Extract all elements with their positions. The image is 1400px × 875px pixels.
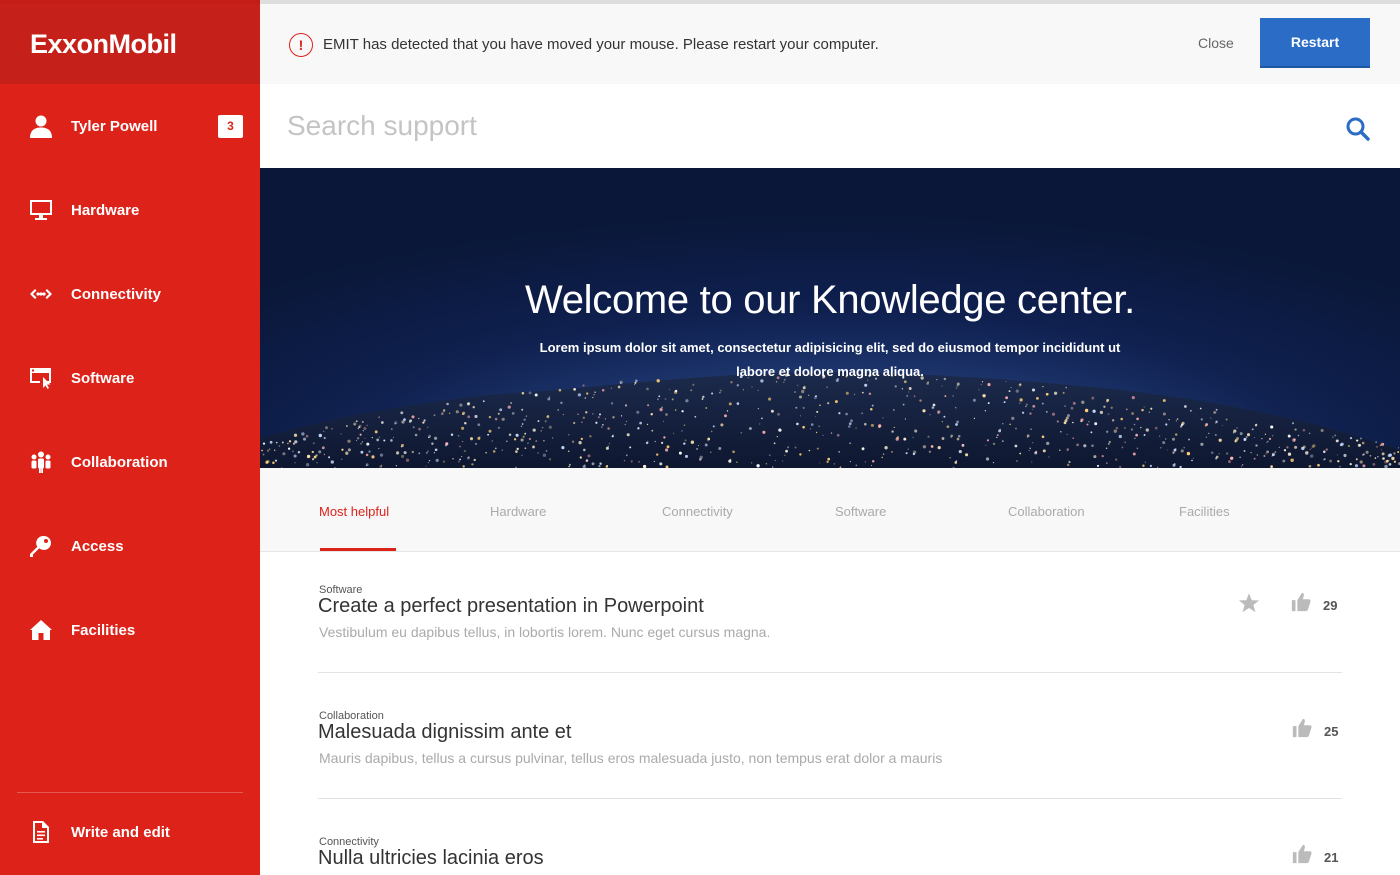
sidebar-item-access[interactable]: Access (0, 516, 260, 576)
article-title[interactable]: Create a perfect presentation in Powerpo… (318, 595, 704, 618)
document-icon (28, 819, 54, 845)
logo[interactable]: ExxonMobil (30, 29, 177, 60)
search-input[interactable] (287, 106, 1307, 146)
sidebar-item-software[interactable]: Software (0, 348, 260, 408)
notification-badge[interactable]: 3 (218, 114, 243, 138)
article-divider (318, 798, 1342, 799)
sidebar-item-connectivity[interactable]: Connectivity (0, 264, 260, 324)
article-title[interactable]: Malesuada dignissim ante et (318, 721, 571, 744)
search-icon[interactable] (1345, 116, 1371, 142)
article-item[interactable]: Software Create a perfect presentation i… (318, 584, 1342, 710)
tab-collaboration[interactable]: Collaboration (1008, 504, 1085, 519)
tab-software[interactable]: Software (835, 504, 886, 519)
article-description: Vestibulum eu dapibus tellus, in loborti… (319, 624, 771, 640)
logo-bar: ExxonMobil (0, 0, 260, 84)
article-divider (318, 672, 1342, 673)
hero-title: Welcome to our Knowledge center. (524, 278, 1135, 322)
key-icon (28, 533, 54, 559)
sidebar-item-label: Collaboration (71, 453, 168, 471)
tab-connectivity[interactable]: Connectivity (662, 504, 733, 519)
sidebar-item-label: Software (71, 369, 135, 387)
close-button[interactable]: Close (1198, 35, 1234, 51)
likes-count: 21 (1324, 850, 1339, 865)
tab-facilities[interactable]: Facilities (1179, 504, 1230, 519)
hero-banner: Welcome to our Knowledge center. Lorem i… (260, 168, 1400, 468)
article-item[interactable]: Collaboration Malesuada dignissim ante e… (318, 710, 1342, 836)
star-icon[interactable] (1238, 592, 1260, 614)
likes-count: 25 (1324, 724, 1339, 739)
thumbs-up-icon[interactable] (1290, 591, 1312, 613)
user-icon (28, 113, 54, 139)
monitor-icon (28, 197, 54, 223)
hero-subtitle: Lorem ipsum dolor sit amet, consectetur … (539, 340, 1121, 379)
category-tabs: Most helpful Hardware Connectivity Softw… (260, 468, 1400, 552)
sidebar-item-label: Write and edit (71, 823, 170, 841)
sidebar-item-label: Access (71, 537, 124, 555)
article-description: Mauris dapibus, tellus a cursus pulvinar… (319, 750, 943, 766)
thumbs-up-icon[interactable] (1291, 717, 1313, 739)
tab-hardware[interactable]: Hardware (490, 504, 546, 519)
home-icon (28, 617, 54, 643)
tab-most-helpful[interactable]: Most helpful (319, 504, 389, 519)
likes-count: 29 (1323, 598, 1338, 613)
sidebar-item-label: Facilities (71, 621, 136, 639)
sidebar-item-facilities[interactable]: Facilities (0, 600, 260, 660)
alert-bar: ! EMIT has detected that you have moved … (260, 0, 1400, 84)
sidebar-item-collaboration[interactable]: Collaboration (0, 432, 260, 492)
sidebar-item-user[interactable]: Tyler Powell 3 (0, 96, 260, 156)
sidebar-divider (17, 792, 243, 793)
user-name: Tyler Powell (71, 117, 158, 135)
sidebar-item-write-and-edit[interactable]: Write and edit (0, 802, 260, 862)
active-tab-indicator (320, 548, 396, 551)
restart-button[interactable]: Restart (1260, 18, 1370, 66)
software-window-icon (28, 365, 54, 391)
sidebar-item-label: Hardware (71, 201, 140, 219)
alert-message: EMIT has detected that you have moved yo… (323, 36, 879, 53)
connectivity-icon (28, 281, 54, 307)
sidebar-item-label: Connectivity (71, 285, 162, 303)
thumbs-up-icon[interactable] (1291, 843, 1313, 865)
people-icon (28, 449, 54, 475)
sidebar-item-hardware[interactable]: Hardware (0, 180, 260, 240)
article-title[interactable]: Nulla ultricies lacinia eros (318, 847, 544, 870)
alert-icon: ! (289, 33, 313, 57)
search-bar (260, 84, 1400, 168)
sidebar: ExxonMobil Tyler Powell 3 Hardware Conne… (0, 0, 260, 875)
article-item[interactable]: Connectivity Nulla ultricies lacinia ero… (318, 836, 1342, 875)
